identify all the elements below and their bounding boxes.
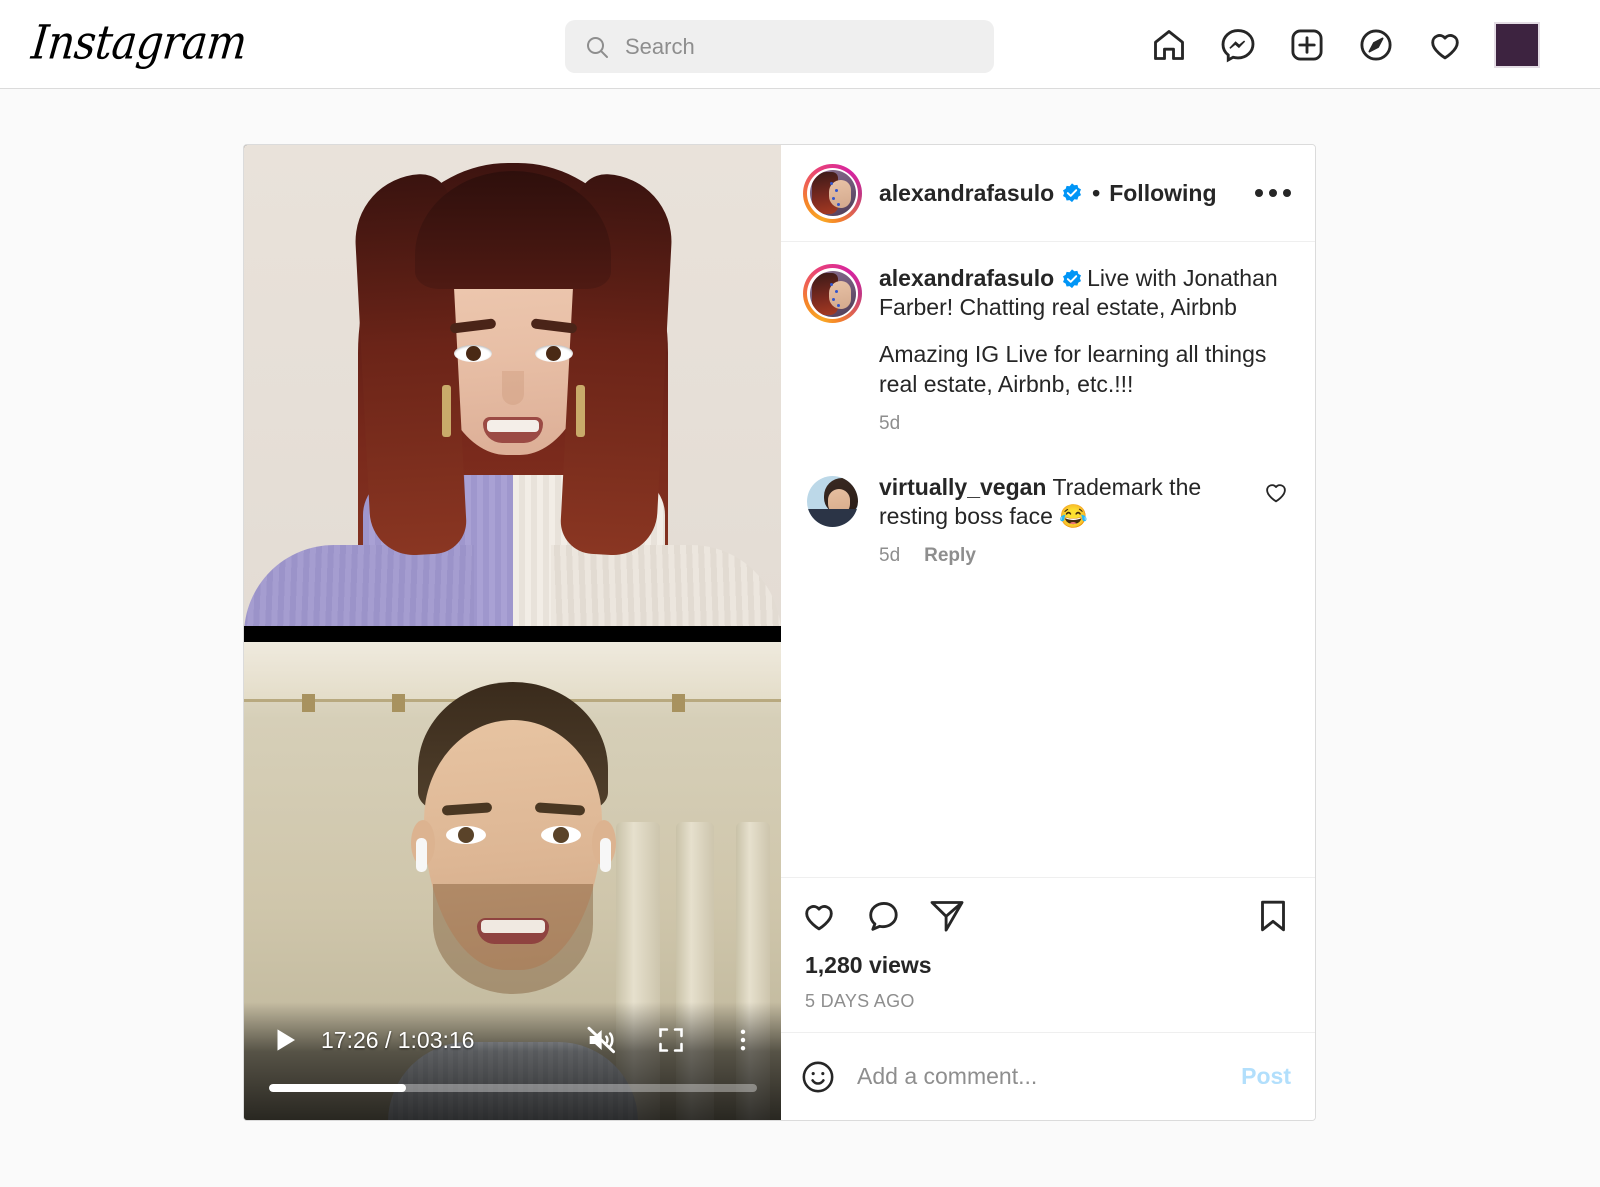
fullscreen-icon[interactable] [657,1026,685,1054]
post-timestamp: 5 DAYS AGO [805,991,915,1011]
caption-block: alexandrafasulo Live with Jonathan Farber… [803,264,1291,435]
commenter-avatar[interactable] [807,475,858,527]
comment-item: virtually_vegan Trademark the resting bo… [803,473,1291,567]
play-icon[interactable] [269,1025,301,1055]
avatar [809,170,856,216]
comment-reply-button[interactable]: Reply [924,545,976,567]
caption-timestamp: 5d [879,412,901,434]
search-icon [585,35,609,59]
video-split-divider [244,626,781,642]
verified-badge-icon [1061,182,1083,204]
comments-list[interactable]: alexandrafasulo Live with Jonathan Farber… [781,242,1315,877]
video-progress-bar[interactable] [269,1084,757,1092]
comment-timestamp: 5d [879,545,901,567]
post-actions: 1,280 views 5 DAYS AGO [781,877,1315,1032]
search-box[interactable]: Search [565,20,994,73]
view-count: 1,280 views [805,952,932,978]
comment-like-icon[interactable] [1263,479,1291,567]
video-progress-fill [269,1084,406,1092]
kebab-menu-icon[interactable] [729,1026,757,1054]
header-separator: • [1092,179,1101,206]
author-username[interactable]: alexandrafasulo [879,180,1054,207]
comment-icon[interactable] [865,898,901,934]
comment-username[interactable]: virtually_vegan [879,474,1046,500]
top-navigation-bar: Instagram Search [0,0,1600,89]
explore-compass-icon[interactable] [1356,25,1396,65]
verified-badge-icon [1061,268,1083,290]
post-card: 17:26 / 1:03:16 alexandrafasulo • Follow… [243,144,1316,1121]
search-placeholder: Search [625,33,695,59]
add-comment-bar: Post [781,1032,1315,1120]
following-button[interactable]: Following [1109,180,1216,207]
instagram-logo[interactable]: Instagram [29,15,249,70]
save-icon[interactable] [1255,898,1291,934]
share-icon[interactable] [929,898,965,934]
video-frame-top-participant [244,145,781,626]
add-comment-input[interactable] [857,1063,1230,1090]
activity-heart-icon[interactable] [1425,25,1465,65]
video-player[interactable]: 17:26 / 1:03:16 [244,145,781,1120]
new-post-icon[interactable] [1287,25,1327,65]
video-control-bar: 17:26 / 1:03:16 [244,1002,781,1120]
post-comment-button[interactable]: Post [1241,1063,1291,1090]
like-icon[interactable] [801,898,837,934]
video-time-display: 17:26 / 1:03:16 [321,1026,475,1053]
profile-avatar-button[interactable] [1494,21,1540,68]
caption-username[interactable]: alexandrafasulo [879,265,1054,291]
post-header: alexandrafasulo • Following [781,145,1315,242]
post-sidebar: alexandrafasulo • Following alexandrafas… [781,145,1315,1120]
emoji-smiley-icon[interactable] [801,1060,835,1094]
author-avatar-with-story-ring[interactable] [803,163,862,223]
caption-line-2: Amazing IG Live for learning all things … [879,341,1267,397]
nav-icon-group [1149,0,1600,89]
caption-author-avatar[interactable] [803,264,862,323]
volume-muted-icon[interactable] [585,1024,617,1056]
messenger-icon[interactable] [1218,25,1258,65]
avatar [809,270,856,317]
home-icon[interactable] [1149,25,1189,65]
post-options-icon[interactable] [1255,189,1291,197]
